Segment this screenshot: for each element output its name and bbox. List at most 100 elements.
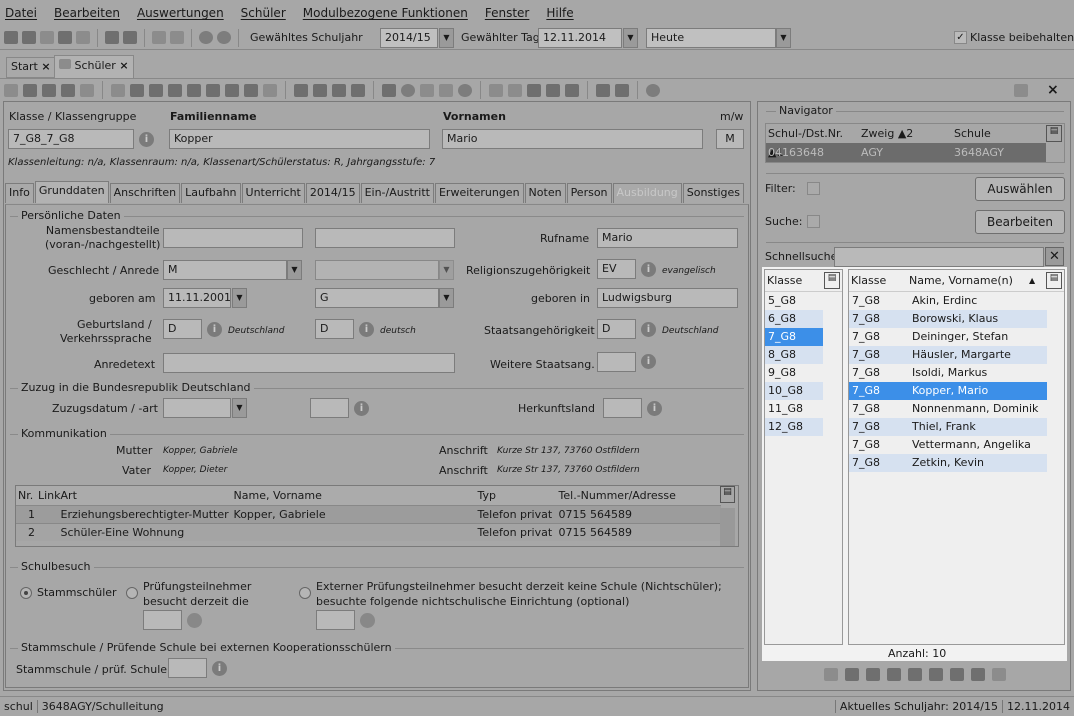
info-icon[interactable] (187, 613, 202, 628)
fast-back-icon[interactable] (866, 668, 880, 681)
save-icon[interactable] (23, 83, 37, 97)
tab-unterricht[interactable]: Unterricht (241, 183, 305, 203)
refresh-icon[interactable] (244, 83, 258, 97)
new-icon[interactable] (4, 83, 18, 97)
fast-forward-icon[interactable] (929, 668, 943, 681)
last-icon[interactable] (950, 668, 964, 681)
g-select[interactable]: G (315, 288, 439, 308)
klasse-field[interactable]: 7_G8_7_G8 (8, 129, 134, 149)
bulb-icon[interactable] (420, 83, 434, 97)
back-arrow-icon[interactable] (294, 83, 308, 97)
fast-back-icon[interactable] (149, 83, 163, 97)
klasse-item[interactable]: 9_G8 (765, 364, 823, 382)
religion-field[interactable]: EV (597, 259, 636, 279)
notes-icon[interactable] (123, 31, 137, 44)
col-header[interactable]: Art (61, 486, 234, 505)
student-row[interactable]: 7_G8 Häusler, Margarte (849, 346, 1047, 364)
info-icon[interactable]: i (354, 401, 369, 416)
klasse-item[interactable]: 5_G8 (765, 292, 823, 310)
suche-checkbox[interactable] (807, 215, 820, 228)
list-view-icon[interactable] (992, 668, 1006, 681)
menu-bearbeiten[interactable]: Bearbeiten (54, 6, 120, 20)
tab-info[interactable]: Info (5, 183, 34, 203)
tab-ein-austritt[interactable]: Ein-/Austritt (360, 183, 434, 203)
delete-icon[interactable] (61, 83, 75, 97)
menu-auswertungen[interactable]: Auswertungen (137, 6, 224, 20)
staat-field[interactable]: D (597, 319, 636, 339)
monitor2-icon[interactable] (76, 31, 90, 44)
student-row[interactable]: 7_G8 Isoldi, Markus (849, 364, 1047, 382)
col-header[interactable]: Schule (954, 124, 1046, 143)
col-header[interactable]: Schul-/Dst.Nr. ▲1 (766, 124, 861, 159)
table-row[interactable]: 2 Schüler-Eine Wohnung Telefon privat 0715 … (16, 523, 721, 541)
prev-icon[interactable] (887, 668, 901, 681)
user-icon[interactable] (527, 83, 541, 97)
student-row[interactable]: 7_G8 Deininger, Stefan (849, 328, 1047, 346)
column-chooser-icon[interactable]: ▤ (1046, 272, 1062, 289)
next-icon[interactable] (908, 668, 922, 681)
info-icon[interactable]: i (641, 322, 656, 337)
window-toggle-icon[interactable] (1014, 84, 1028, 97)
info-icon[interactable]: i (641, 354, 656, 369)
col-header[interactable]: Tel.-Nummer/Adresse (559, 486, 721, 505)
einrichtung-field[interactable] (316, 610, 355, 630)
chevron-down-icon[interactable]: ▼ (232, 288, 247, 308)
info-icon[interactable]: i (647, 401, 662, 416)
schuljahr-select[interactable]: 2014/15 (380, 28, 438, 48)
clock-icon[interactable] (458, 83, 472, 97)
col-header[interactable]: Name, Vorname (234, 486, 478, 505)
sprache-field[interactable]: D (315, 319, 354, 339)
fast-forward-icon[interactable] (206, 83, 220, 97)
students-icon[interactable] (4, 31, 18, 44)
cut-icon[interactable] (313, 83, 327, 97)
zuzugsdatum-field[interactable] (163, 398, 231, 418)
col-header[interactable]: Link (38, 486, 61, 505)
geschlecht-select[interactable]: M (163, 260, 287, 280)
close-icon[interactable]: × (41, 60, 50, 73)
geboren-in-field[interactable]: Ludwigsburg (597, 288, 738, 308)
list-view-icon[interactable] (263, 83, 277, 97)
info-icon[interactable]: i (139, 132, 154, 147)
auswaehlen-button[interactable]: Auswählen (975, 177, 1065, 201)
bearbeiten-button[interactable]: Bearbeiten (975, 210, 1065, 234)
vornamen-field[interactable]: Mario (442, 129, 703, 149)
col-header[interactable]: Typ (478, 486, 559, 505)
first-icon[interactable] (845, 668, 859, 681)
anredetext-field[interactable] (163, 353, 455, 373)
paste-icon[interactable] (351, 83, 365, 97)
student-row[interactable]: 7_G8 Zetkin, Kevin (849, 454, 1047, 472)
info-icon[interactable] (360, 613, 375, 628)
help-icon[interactable] (646, 83, 660, 97)
menu-fenster[interactable]: Fenster (485, 6, 530, 20)
klasse-item[interactable]: 10_G8 (765, 382, 823, 400)
tab-2014-15[interactable]: 2014/15 (305, 183, 360, 203)
disc-icon[interactable] (401, 83, 415, 97)
classes-icon[interactable] (22, 31, 36, 44)
info-icon[interactable]: i (359, 322, 374, 337)
student-row[interactable]: 7_G8 Nonnenmann, Dominik (849, 400, 1047, 418)
table-row[interactable]: 1 Erziehungsberechtigter-Mutter Kopper, Ga… (16, 505, 721, 523)
student-row[interactable]: 7_G8 Kopper, Mario (849, 382, 1047, 400)
home-icon[interactable] (596, 83, 610, 97)
chevron-down-icon[interactable]: ▼ (439, 288, 454, 308)
tab-start[interactable]: Start × (6, 57, 56, 78)
rufname-field[interactable]: Mario (597, 228, 738, 248)
mw-field[interactable]: M (716, 129, 744, 149)
weitere-field[interactable] (597, 352, 636, 372)
col-header[interactable]: Nr. (16, 486, 38, 505)
next-icon[interactable] (187, 83, 201, 97)
tab-erweiterungen[interactable]: Erweiterungen (434, 183, 524, 203)
zuzugsart-field[interactable] (310, 398, 349, 418)
tag-field[interactable]: 12.11.2014 (538, 28, 622, 48)
broom-icon[interactable] (439, 83, 453, 97)
tab-anschriften[interactable]: Anschriften (109, 183, 181, 203)
menu-modul[interactable]: Modulbezogene Funktionen (303, 6, 468, 20)
help-icon[interactable] (217, 31, 231, 44)
column-chooser-icon[interactable]: ▤ (720, 486, 735, 503)
list-icon[interactable] (111, 83, 125, 97)
close-icon[interactable]: × (1047, 82, 1059, 98)
extern-radio[interactable] (299, 587, 311, 599)
geboren-am-field[interactable]: 11.11.2001 (163, 288, 231, 308)
pruef-schule-field[interactable] (143, 610, 182, 630)
cubes-icon[interactable] (489, 83, 503, 97)
